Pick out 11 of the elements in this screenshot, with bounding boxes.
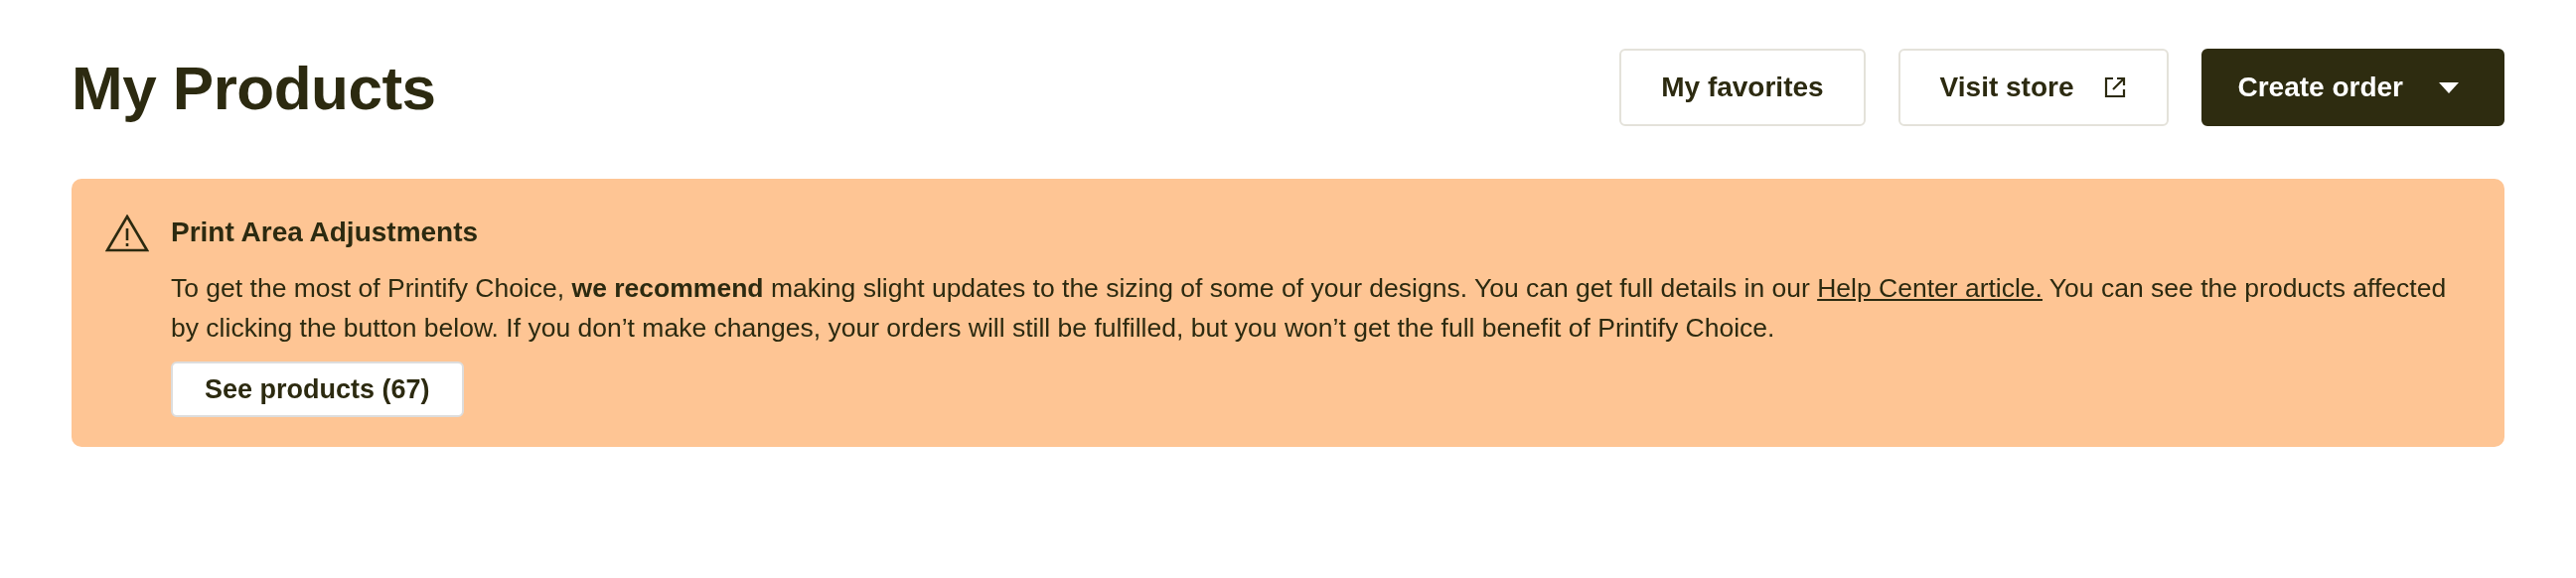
see-products-button[interactable]: See products (67) bbox=[171, 361, 464, 417]
external-link-icon bbox=[2103, 75, 2128, 99]
help-center-link[interactable]: Help Center article. bbox=[1817, 273, 2043, 303]
banner-title: Print Area Adjustments bbox=[171, 216, 480, 249]
create-order-button[interactable]: Create order bbox=[2201, 49, 2504, 126]
caret-icon bbox=[2439, 81, 2459, 93]
warning-icon bbox=[105, 215, 149, 252]
page-title: My Products bbox=[72, 52, 436, 123]
banner-message: To get the most of Printify Choice, we recommend making slight updates to the sizing of some of your designs. You can get full details in our Help Center article. You can see the products affected by clicking the button below. If you don’t make changes, your orders will still be fulfilled, but you won’t get the full benefit of Printify Choice. bbox=[171, 272, 2448, 345]
visit-store-button[interactable]: Visit store bbox=[1897, 49, 2170, 126]
favorites-button[interactable]: My favorites bbox=[1619, 49, 1866, 126]
